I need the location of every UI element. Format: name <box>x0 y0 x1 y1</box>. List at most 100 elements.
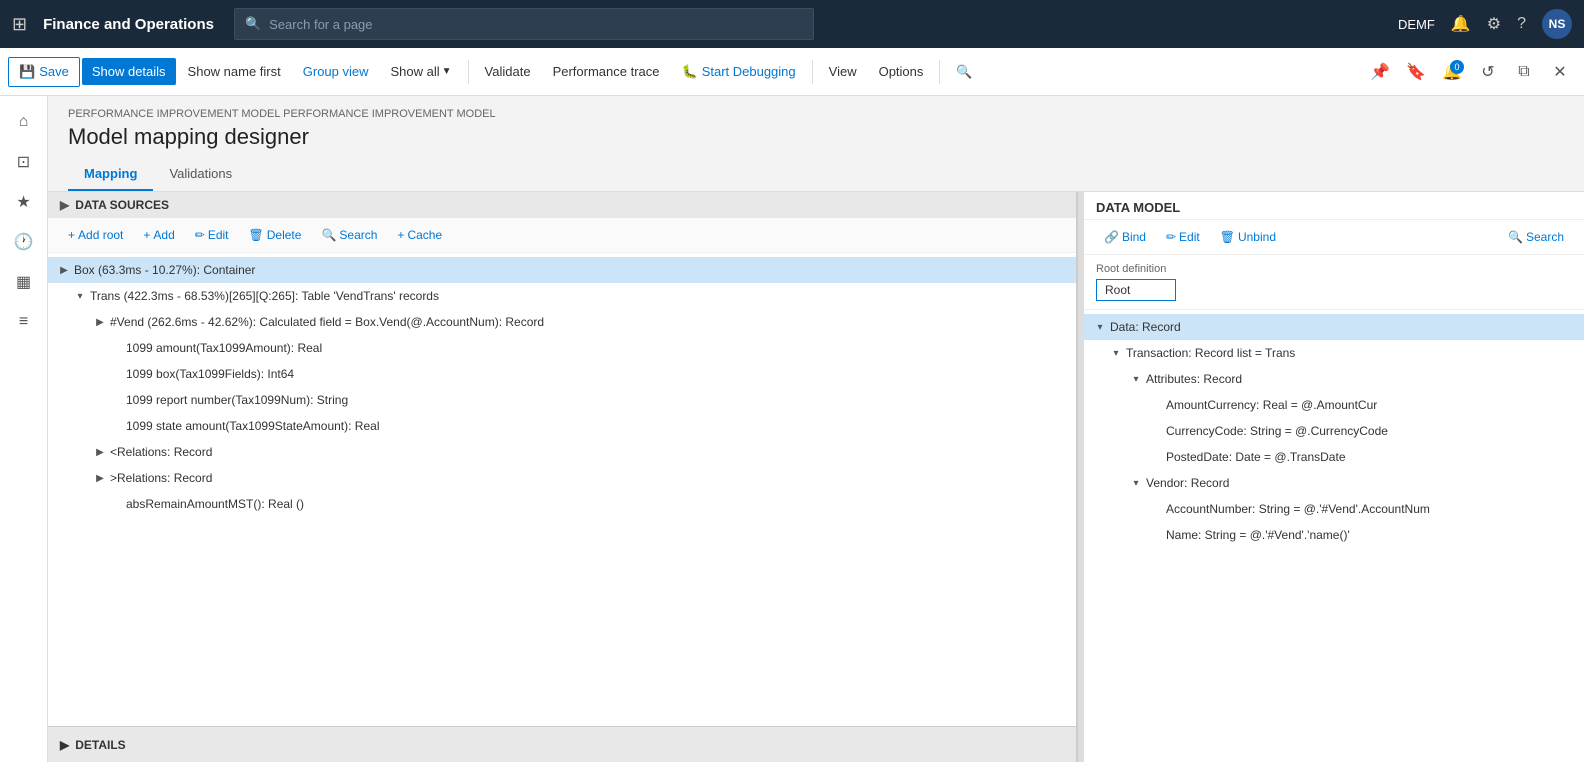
tree-row-box[interactable]: ▶ Box (63.3ms - 10.27%): Container <box>48 257 1076 283</box>
tree-row-attributes[interactable]: ▾ Attributes: Record <box>1084 366 1584 392</box>
validate-button[interactable]: Validate <box>475 58 541 85</box>
sidebar-item-recent[interactable]: 🕐 <box>6 224 42 260</box>
save-icon: 💾 <box>19 64 35 80</box>
tree-row-relations-gt[interactable]: ▶ >Relations: Record <box>48 465 1076 491</box>
sidebar-item-filter[interactable]: ⊡ <box>6 144 42 180</box>
add-root-button[interactable]: + Add root <box>60 224 131 246</box>
page-header: PERFORMANCE IMPROVEMENT MODEL PERFORMANC… <box>48 96 1584 158</box>
tree-row-vend[interactable]: ▶ #Vend (262.6ms - 42.62%): Calculated f… <box>48 309 1076 335</box>
bookmark-button[interactable]: 🔖 <box>1400 56 1432 88</box>
tree-expand-icon-relations-gt[interactable]: ▶ <box>92 473 108 484</box>
root-definition-area: Root definition Root <box>1084 255 1584 310</box>
tree-row-currency-code[interactable]: CurrencyCode: String = @.CurrencyCode <box>1084 418 1584 444</box>
start-debugging-button[interactable]: 🐛 Start Debugging <box>672 58 806 86</box>
performance-trace-button[interactable]: Performance trace <box>543 58 670 85</box>
unbind-button[interactable]: 🗑 Unbind <box>1212 226 1284 248</box>
tree-row-posted-date[interactable]: PostedDate: Date = @.TransDate <box>1084 444 1584 470</box>
close-button[interactable]: ✕ <box>1544 56 1576 88</box>
sidebar-item-list[interactable]: ≡ <box>6 304 42 340</box>
tree-row-account-number[interactable]: AccountNumber: String = @.'#Vend'.Accoun… <box>1084 496 1584 522</box>
group-view-button[interactable]: Group view <box>293 58 379 85</box>
sidebar-item-favorites[interactable]: ★ <box>6 184 42 220</box>
add-icon: + <box>143 228 150 242</box>
avatar[interactable]: NS <box>1542 9 1572 39</box>
tree-expand-icon-trans[interactable]: ▾ <box>72 291 88 302</box>
content-area: PERFORMANCE IMPROVEMENT MODEL PERFORMANC… <box>48 96 1584 762</box>
tree-row-relations-lt[interactable]: ▶ <Relations: Record <box>48 439 1076 465</box>
main-layout: ⌂ ⊡ ★ 🕐 ▦ ≡ PERFORMANCE IMPROVEMENT MODE… <box>0 96 1584 762</box>
tree-label-amount-currency: AmountCurrency: Real = @.AmountCur <box>1164 398 1377 412</box>
tree-row-transaction[interactable]: ▾ Transaction: Record list = Trans <box>1084 340 1584 366</box>
data-sources-toolbar: + Add root + Add ✏ Edit 🗑 Delete <box>48 218 1076 253</box>
chevron-down-icon: ▼ <box>442 66 452 77</box>
tree-expand-icon[interactable]: ▶ <box>56 265 72 276</box>
options-button[interactable]: Options <box>869 58 934 85</box>
search-bar[interactable]: 🔍 <box>234 8 814 40</box>
tree-row-data-record[interactable]: ▾ Data: Record <box>1084 314 1584 340</box>
search-button[interactable]: 🔍 Search <box>313 224 385 246</box>
notification-badge: 0 <box>1450 60 1464 74</box>
sidebar-item-grid[interactable]: ▦ <box>6 264 42 300</box>
app-title: Finance and Operations <box>43 16 214 33</box>
help-icon[interactable]: ? <box>1517 15 1526 33</box>
tree-row-abs-remain[interactable]: absRemainAmountMST(): Real () <box>48 491 1076 517</box>
notification-count-button[interactable]: 🔔 0 <box>1436 56 1468 88</box>
notification-icon[interactable]: 🔔 <box>1451 14 1471 34</box>
data-sources-header: ▶ DATA SOURCES <box>48 192 1076 218</box>
tree-expand-vendor[interactable]: ▾ <box>1128 478 1144 489</box>
tree-expand-transaction[interactable]: ▾ <box>1108 348 1124 359</box>
tree-label-currency-code: CurrencyCode: String = @.CurrencyCode <box>1164 424 1388 438</box>
tab-mapping[interactable]: Mapping <box>68 158 153 191</box>
tree-row-tax1099stateamount[interactable]: 1099 state amount(Tax1099StateAmount): R… <box>48 413 1076 439</box>
environment-label: DEMF <box>1398 17 1435 32</box>
tree-label-relations-lt: <Relations: Record <box>108 445 212 459</box>
tree-row-name[interactable]: Name: String = @.'#Vend'.'name()' <box>1084 522 1584 548</box>
tree-row-tax1099amount[interactable]: 1099 amount(Tax1099Amount): Real <box>48 335 1076 361</box>
debug-icon: 🐛 <box>682 64 698 80</box>
delete-icon: 🗑 <box>249 228 264 242</box>
search-ds-icon: 🔍 <box>321 228 336 242</box>
tree-row-tax1099fields[interactable]: 1099 box(Tax1099Fields): Int64 <box>48 361 1076 387</box>
edit-button[interactable]: ✏ Edit <box>187 224 237 246</box>
details-panel[interactable]: ▶ DETAILS <box>48 726 1076 762</box>
tab-bar: Mapping Validations <box>48 158 1584 192</box>
tree-label-account-number: AccountNumber: String = @.'#Vend'.Accoun… <box>1164 502 1430 516</box>
tree-row-amount-currency[interactable]: AmountCurrency: Real = @.AmountCur <box>1084 392 1584 418</box>
tab-validations[interactable]: Validations <box>153 158 248 191</box>
search-icon: 🔍 <box>245 16 261 32</box>
save-button[interactable]: 💾 Save <box>8 57 80 87</box>
pin-button[interactable]: 📌 <box>1364 56 1396 88</box>
tree-row-vendor[interactable]: ▾ Vendor: Record <box>1084 470 1584 496</box>
data-sources-expand-icon[interactable]: ▶ <box>60 198 69 212</box>
show-details-button[interactable]: Show details <box>82 58 176 85</box>
tree-expand-attributes[interactable]: ▾ <box>1128 374 1144 385</box>
refresh-button[interactable]: ↺ <box>1472 56 1504 88</box>
tree-label-transaction: Transaction: Record list = Trans <box>1124 346 1295 360</box>
delete-button[interactable]: 🗑 Delete <box>241 224 310 246</box>
tree-row-trans[interactable]: ▾ Trans (422.3ms - 68.53%)[265][Q:265]: … <box>48 283 1076 309</box>
dm-edit-icon: ✏ <box>1166 230 1176 244</box>
dm-search-button[interactable]: 🔍 Search <box>1500 226 1572 248</box>
tree-expand-icon-relations-lt[interactable]: ▶ <box>92 447 108 458</box>
sidebar-item-home[interactable]: ⌂ <box>6 104 42 140</box>
add-button[interactable]: + Add <box>135 224 182 246</box>
grid-icon[interactable]: ⊞ <box>12 14 27 35</box>
view-button[interactable]: View <box>819 58 867 85</box>
show-all-button[interactable]: Show all ▼ <box>381 58 462 85</box>
tree-row-tax1099num[interactable]: 1099 report number(Tax1099Num): String <box>48 387 1076 413</box>
bind-button[interactable]: 🔗 Bind <box>1096 226 1154 248</box>
separator3 <box>939 60 940 84</box>
data-sources-panel: ▶ DATA SOURCES + Add root + Add ✏ Edit <box>48 192 1078 762</box>
cache-button[interactable]: + Cache <box>389 224 450 246</box>
search-toolbar-button[interactable]: 🔍 <box>946 58 982 86</box>
dm-edit-button[interactable]: ✏ Edit <box>1158 226 1208 248</box>
tree-label-vendor: Vendor: Record <box>1144 476 1229 490</box>
settings-icon[interactable]: ⚙ <box>1487 14 1501 34</box>
tree-expand-data-record[interactable]: ▾ <box>1092 322 1108 333</box>
tree-expand-icon-vend[interactable]: ▶ <box>92 317 108 328</box>
show-name-first-button[interactable]: Show name first <box>178 58 291 85</box>
search-input[interactable] <box>269 17 803 32</box>
tree-label-abs-remain: absRemainAmountMST(): Real () <box>124 497 304 511</box>
tree-label-tax1099stateamount: 1099 state amount(Tax1099StateAmount): R… <box>124 419 380 433</box>
open-new-window-button[interactable]: ⧉ <box>1508 56 1540 88</box>
